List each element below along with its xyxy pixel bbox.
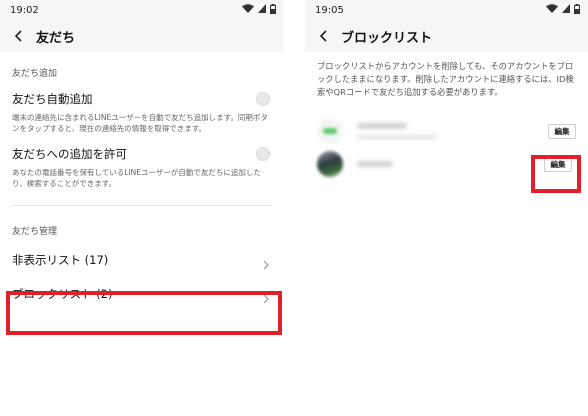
avatar: [317, 118, 343, 144]
signal-icon: [562, 4, 570, 16]
allow-add-toggle[interactable]: [256, 147, 270, 161]
block-list-screen: 19:05 ブロックリスト ブロックリストからアカウントを削除しても、そのアカウ…: [305, 0, 588, 416]
edit-button[interactable]: 編集: [548, 123, 576, 139]
setting-allow-add: 友だちへの追加を許可 あなたの電話番号を保有しているLINEユーザーが自動で友だ…: [0, 146, 284, 189]
status-bar: 19:02: [0, 0, 284, 20]
section-label-add: 友だち追加: [12, 69, 58, 79]
section-label-manage: 友だち管理: [12, 227, 58, 237]
setting-auto-add: 友だち自動追加 端末の連絡先に含まれるLINEユーザーを自動で友だち追加します。…: [0, 91, 284, 134]
status-icons: [242, 3, 276, 17]
blocked-account-row: 編集: [317, 117, 576, 145]
wifi-icon: [546, 4, 558, 16]
status-bar: 19:05: [305, 0, 588, 20]
hidden-list-row[interactable]: 非表示リスト (17): [0, 247, 284, 273]
blurred-account-name: [343, 161, 393, 167]
chevron-right-icon: [262, 255, 270, 270]
block-list-info: ブロックリストからアカウントを削除しても、そのアカウントをブロックしたままになり…: [317, 61, 574, 97]
edit-button-highlight: [531, 155, 581, 193]
setting-allow-add-title: 友だちへの追加を許可: [12, 147, 127, 161]
back-chevron-icon[interactable]: [315, 28, 331, 44]
setting-allow-add-desc: あなたの電話番号を保有しているLINEユーザーが自動で友だちに追加したり、検索す…: [12, 168, 261, 188]
status-icons: [546, 3, 580, 17]
back-chevron-icon[interactable]: [10, 28, 26, 44]
friends-settings-screen: 19:02 友だち 友だち追加 友だち自動追加 端末の連絡先に含まれるLINEユ…: [0, 0, 284, 416]
auto-add-toggle[interactable]: [256, 92, 270, 106]
page-title: ブロックリスト: [341, 30, 433, 46]
status-time: 19:05: [315, 4, 344, 16]
hidden-list-label: 非表示リスト (17): [12, 253, 109, 267]
setting-auto-add-title: 友だち自動追加: [12, 92, 93, 106]
header: 友だち: [0, 20, 284, 52]
battery-icon: [270, 3, 276, 17]
battery-icon: [574, 3, 580, 17]
header: ブロックリスト: [305, 20, 588, 52]
block-list-highlight: [6, 291, 282, 335]
page-title: 友だち: [36, 30, 76, 46]
status-time: 19:02: [10, 4, 39, 16]
avatar: [317, 151, 343, 177]
setting-auto-add-desc: 端末の連絡先に含まれるLINEユーザーを自動で友だち追加します。同期ボタンをタッ…: [12, 113, 268, 133]
wifi-icon: [242, 4, 254, 16]
blurred-account-name: [343, 123, 437, 139]
signal-icon: [258, 4, 266, 16]
